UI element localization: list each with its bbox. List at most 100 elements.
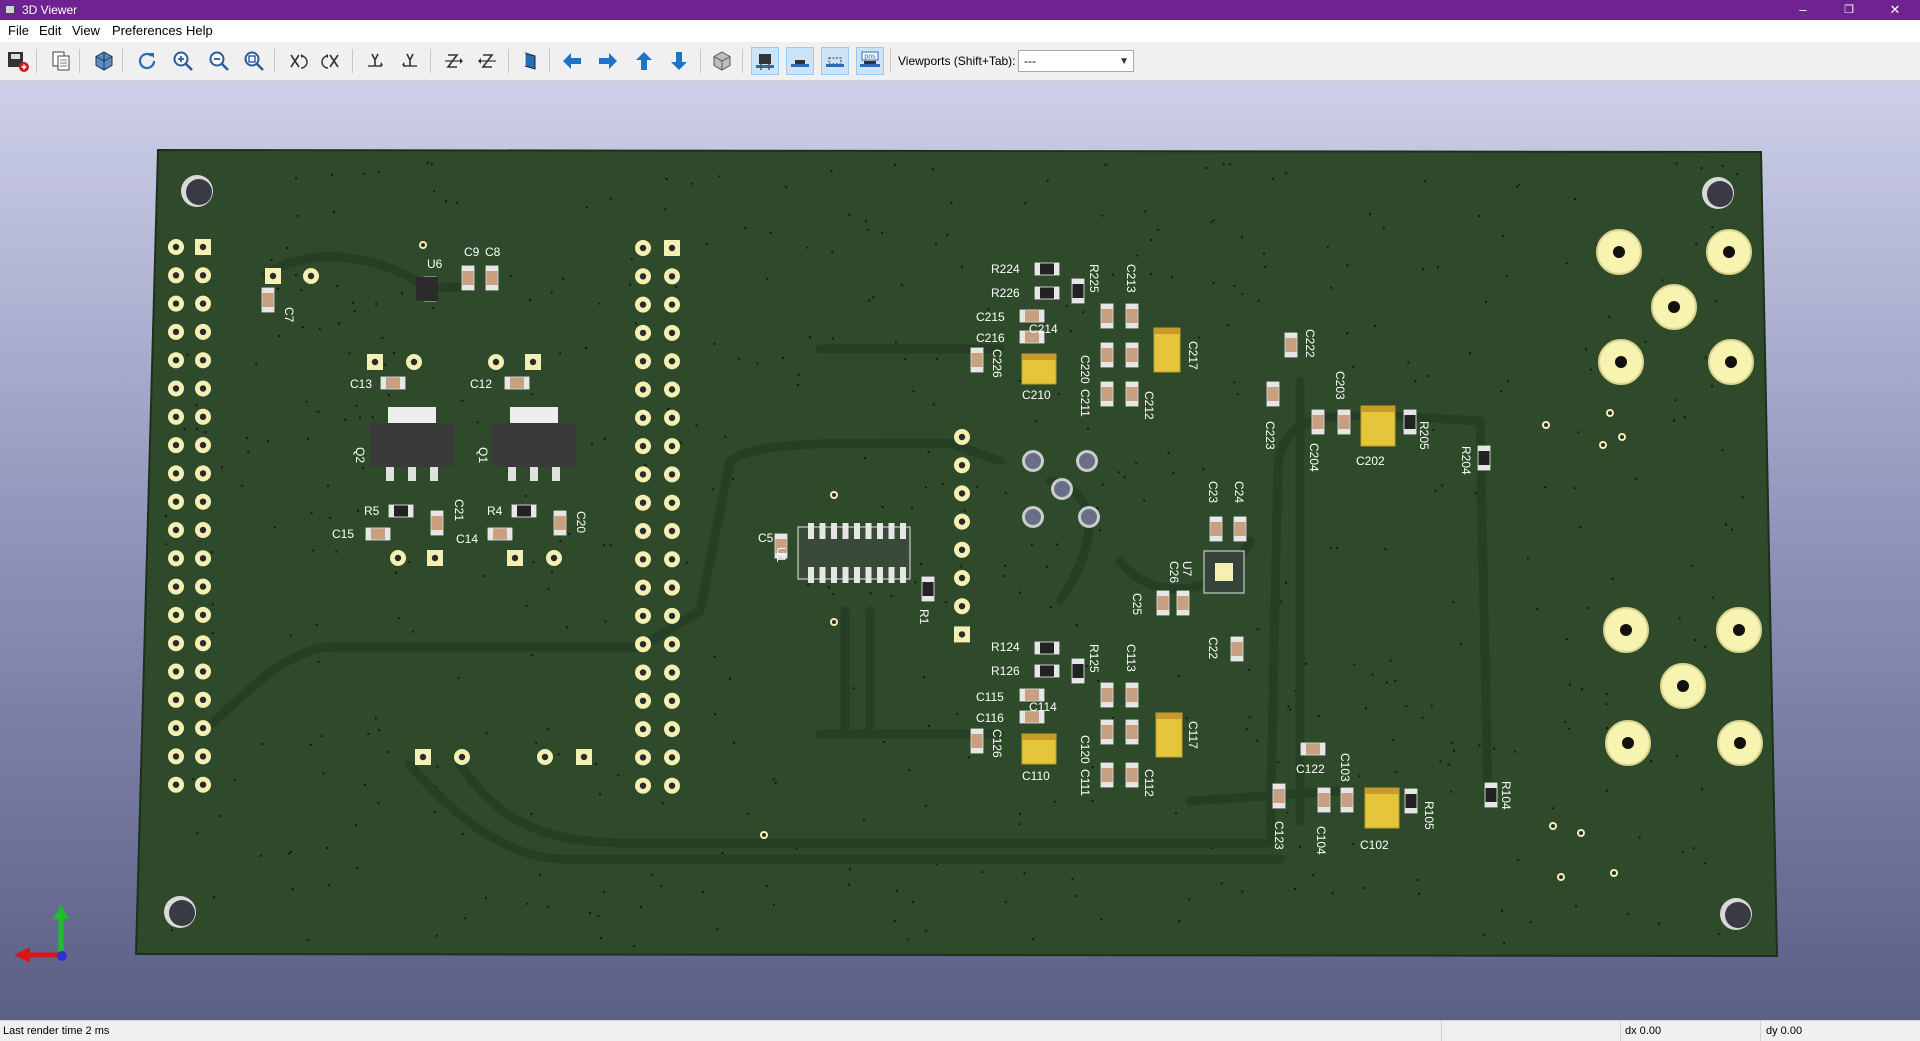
rotate-x-ccw-button[interactable]: [318, 47, 346, 75]
via-dot: [667, 408, 670, 410]
via-dot: [1585, 348, 1588, 351]
via-dot: [862, 819, 865, 822]
via-dot: [1741, 496, 1744, 499]
menu-help[interactable]: Help: [186, 23, 213, 39]
via-dot: [912, 390, 915, 393]
viewports-select[interactable]: --- ▼: [1018, 50, 1134, 72]
smd-terminal: [1035, 287, 1040, 299]
show-smd-button[interactable]: [786, 47, 814, 75]
pad-drill: [199, 724, 207, 732]
via-dot: [831, 593, 834, 595]
pan-right-button[interactable]: [594, 47, 622, 75]
via-dot: [305, 400, 308, 403]
rotate-x-cw-button[interactable]: [283, 47, 311, 75]
toolbar-separator: [700, 49, 701, 73]
via-dot: [1346, 264, 1349, 267]
via-dot: [317, 410, 320, 413]
smd-terminal: [262, 307, 274, 312]
via-dot: [1241, 890, 1244, 893]
menu-view[interactable]: View: [72, 23, 100, 39]
via-dot: [1565, 262, 1568, 265]
via-dot: [1735, 173, 1738, 176]
pan-left-button[interactable]: [558, 47, 586, 75]
3d-viewport[interactable]: U6 C9 C8 C7 C13 C12 Q2 Q1 R5 R4 C21 C20 C15 C14 C5 U1 R1…: [0, 81, 1920, 1020]
rotate-y-ccw-button[interactable]: [396, 47, 424, 75]
pad-drill: [199, 583, 207, 590]
via-dot: [585, 206, 588, 209]
pad-drill: [1559, 875, 1563, 879]
menu-preferences[interactable]: Preferences: [112, 23, 182, 39]
ref-c117: C117: [1186, 721, 1200, 749]
via-dot: [401, 292, 404, 295]
smd-terminal: [1020, 310, 1025, 322]
minimize-button[interactable]: –: [1780, 0, 1826, 20]
zoom-fit-button[interactable]: [240, 47, 268, 75]
restore-button[interactable]: ❐: [1826, 0, 1872, 20]
pad-drill: [1668, 301, 1680, 313]
via-dot: [609, 544, 612, 547]
via-dot: [1318, 715, 1321, 717]
via-dot: [211, 632, 214, 635]
via-dot: [895, 889, 898, 892]
via-dot: [291, 888, 294, 891]
via-dot: [1091, 766, 1094, 769]
ref-c220: C220: [1078, 355, 1092, 384]
ortho-toggle-button[interactable]: [708, 47, 736, 75]
via-dot: [1704, 645, 1707, 648]
polarity-band: [1154, 328, 1180, 334]
zoom-out-button[interactable]: [205, 47, 233, 75]
flip-board-button[interactable]: [516, 47, 544, 75]
via-dot: [278, 335, 281, 338]
pad-drill: [172, 583, 180, 590]
via-dot: [599, 793, 602, 796]
via-dot: [1718, 933, 1721, 936]
menu-edit[interactable]: Edit: [39, 23, 61, 39]
via-dot: [547, 905, 550, 908]
pad-drill: [1579, 831, 1583, 835]
status-divider: [1441, 1021, 1442, 1041]
ref-c122: C122: [1296, 762, 1325, 776]
ref-r224: R224: [991, 262, 1020, 276]
pan-down-button[interactable]: [665, 47, 693, 75]
menu-file[interactable]: File: [8, 23, 29, 39]
copy-image-button[interactable]: [47, 47, 75, 75]
mounting-hole-bore: [186, 179, 212, 205]
rotate-x-ccw-icon: [321, 54, 339, 69]
pad-drill: [958, 518, 966, 525]
smd-terminal: [1404, 410, 1416, 415]
ic-pin: [808, 523, 814, 539]
show-tht-button[interactable]: [751, 47, 779, 75]
pad-drill: [199, 781, 207, 788]
show-virtual-button[interactable]: [821, 47, 849, 75]
reload-button[interactable]: [133, 47, 161, 75]
raytracing-button[interactable]: [90, 47, 118, 75]
pad-drill: [668, 556, 676, 563]
via-dot: [1700, 167, 1703, 170]
via-dot: [1065, 304, 1068, 307]
pad-drill: [639, 358, 647, 365]
via-dot: [344, 418, 347, 421]
via-dot: [1255, 739, 1258, 742]
ref-c20: C20: [574, 511, 588, 533]
via-dot: [981, 871, 984, 874]
rotate-y-cw-button[interactable]: [361, 47, 389, 75]
rotate-z-cw-button[interactable]: [439, 47, 467, 75]
smd-terminal: [1072, 279, 1084, 284]
via-dot: [1143, 210, 1146, 213]
zoom-in-button[interactable]: [169, 47, 197, 75]
via-dot: [1407, 361, 1410, 364]
pan-up-button[interactable]: [630, 47, 658, 75]
rotate-z-ccw-button[interactable]: [474, 47, 502, 75]
zoom-out-icon: [209, 51, 229, 71]
pad-drill: [639, 301, 647, 308]
via-dot: [1123, 476, 1126, 479]
show-not-in-pos-button[interactable]: pos: [856, 47, 884, 75]
via-dot: [1031, 938, 1034, 941]
smd-terminal: [1312, 429, 1324, 434]
close-button[interactable]: ✕: [1872, 0, 1918, 20]
pad-drill: [307, 272, 315, 280]
export-button[interactable]: [4, 47, 32, 75]
via-dot: [408, 561, 411, 564]
smd-terminal: [1101, 323, 1113, 328]
via-dot: [765, 885, 768, 888]
